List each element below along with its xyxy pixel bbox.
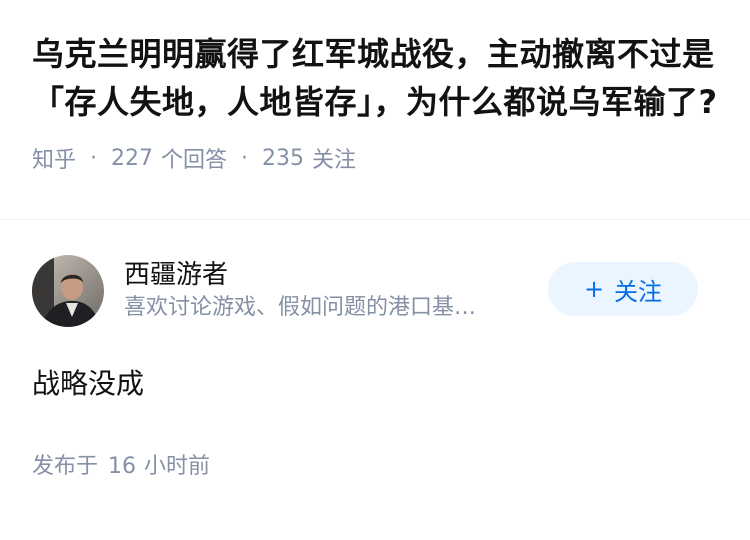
follower-count-label: 关注 (312, 148, 357, 173)
person-avatar-icon (32, 255, 104, 327)
timestamp-prefix: 发布于 (32, 454, 99, 479)
answer-timestamp: 发布于 16 小时前 (32, 448, 718, 480)
follow-button[interactable]: + 关注 (548, 262, 698, 316)
question-header: 乌克兰明明赢得了红军城战役，主动撤离不过是「存人失地，人地皆存」，为什么都说乌军… (0, 0, 750, 220)
author-bio: 喜欢讨论游戏、假如问题的港口基… (124, 295, 477, 320)
timestamp-value: 16 (108, 454, 137, 479)
follow-button-label: 关注 (614, 277, 663, 306)
source-label[interactable]: 知乎 (32, 142, 76, 174)
question-meta: 知乎 · 227 个回答 · 235 关注 (32, 142, 718, 174)
meta-separator: · (90, 145, 98, 171)
author-name[interactable]: 西疆游者 (124, 258, 534, 292)
question-title[interactable]: 乌克兰明明赢得了红军城战役，主动撤离不过是「存人失地，人地皆存」，为什么都说乌军… (32, 30, 718, 126)
author-info: 西疆游者 喜欢讨论游戏、假如问题的港口基… (124, 258, 534, 324)
answer-count: 227 (111, 145, 154, 171)
follower-count: 235 (262, 145, 305, 171)
plus-icon: + (583, 275, 605, 303)
avatar[interactable] (32, 255, 104, 327)
answer-count-label: 个回答 (161, 148, 228, 173)
answer-card: 西疆游者 喜欢讨论游戏、假如问题的港口基… + 关注 战略没成 发布于 16 小时前 (0, 220, 750, 480)
meta-separator: · (241, 145, 249, 171)
answer-content[interactable]: 战略没成 (32, 364, 718, 404)
author-row: 西疆游者 喜欢讨论游戏、假如问题的港口基… + 关注 (32, 254, 718, 328)
timestamp-unit: 小时前 (144, 454, 211, 479)
